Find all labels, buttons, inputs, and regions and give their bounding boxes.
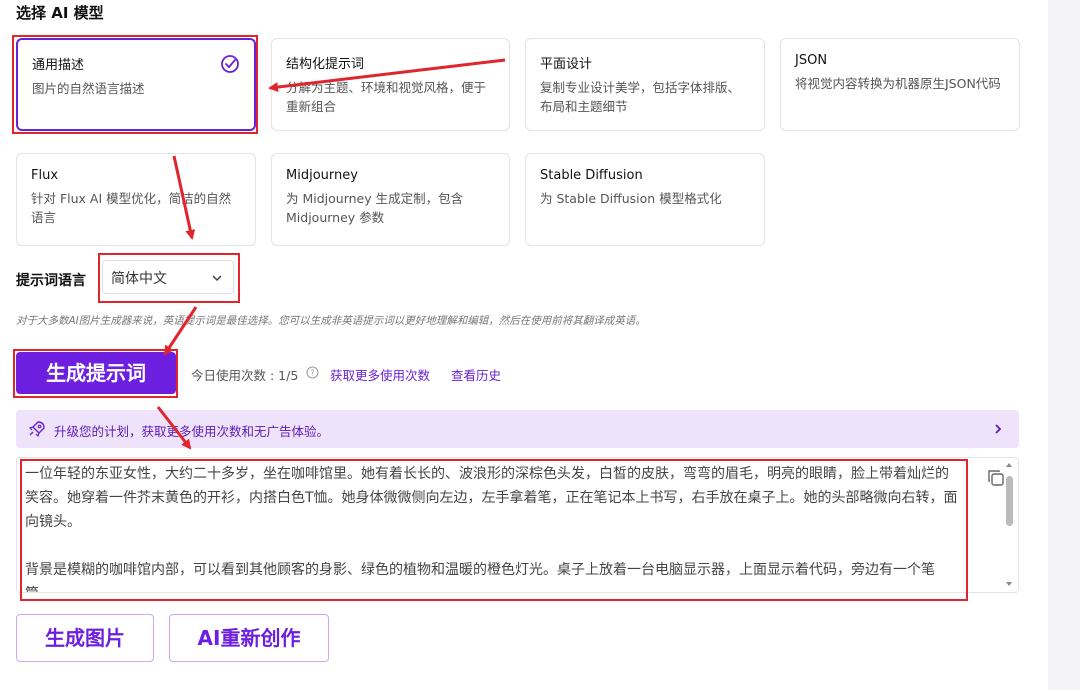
chevron-right-icon [995,424,1002,434]
language-label: 提示词语言 [16,273,86,289]
model-card-midjourney[interactable]: Midjourney 为 Midjourney 生成定制，包含 Midjourn… [271,153,510,246]
ai-recreate-button[interactable]: AI重新创作 [169,614,329,662]
scroll-down-icon[interactable] [1005,580,1013,588]
check-circle-icon [221,55,239,73]
svg-text:?: ? [310,369,314,378]
model-card-desc: 分解为主题、环境和视觉风格，便于重新组合 [286,80,487,114]
prompt-paragraph: 一位年轻的东亚女性，大约二十多岁，坐在咖啡馆里。她有着长长的、波浪形的深棕色头发… [25,466,958,530]
view-history-link[interactable]: 查看历史 [451,365,501,384]
scrollbar-thumb[interactable] [1006,476,1013,526]
get-more-usage-link[interactable]: 获取更多使用次数 [330,365,430,384]
prompt-paragraph: 背景是模糊的咖啡馆内部，可以看到其他顾客的身影、绿色的植物和温暖的橙色灯光。桌子… [25,562,935,592]
chevron-down-icon [212,275,222,282]
model-card-title: JSON [795,53,828,68]
language-selected-value: 简体中文 [111,271,167,287]
main-panel: 选择 AI 模型 通用描述 图片的自然语言描述 结构化提示词 分解为主题、环境和… [0,0,1048,690]
model-card-title: 通用描述 [32,58,85,73]
generate-image-button[interactable]: 生成图片 [16,614,154,662]
model-card-desc: 复制专业设计美学，包括字体排版、布局和主题细节 [540,80,741,114]
model-card-general[interactable]: 通用描述 图片的自然语言描述 [16,38,256,131]
model-card-graphic-design[interactable]: 平面设计 复制专业设计美学，包括字体排版、布局和主题细节 [525,38,765,131]
scroll-up-icon[interactable] [1005,461,1013,469]
model-card-stable-diffusion[interactable]: Stable Diffusion 为 Stable Diffusion 模型格式… [525,153,765,246]
model-card-desc: 针对 Flux AI 模型优化，简洁的自然语言 [31,191,232,225]
copy-icon[interactable] [986,468,1006,488]
model-card-title: Midjourney [286,168,358,183]
prompt-output-textarea[interactable]: 一位年轻的东亚女性，大约二十多岁，坐在咖啡馆里。她有着长长的、波浪形的深棕色头发… [16,457,1019,593]
model-card-desc: 将视觉内容转换为机器原生JSON代码 [795,76,1001,91]
help-icon[interactable]: ? [306,366,319,379]
model-card-desc: 为 Stable Diffusion 模型格式化 [540,191,722,206]
model-card-title: 结构化提示词 [286,57,365,72]
model-card-title: Flux [31,168,59,183]
model-card-title: Stable Diffusion [540,168,643,183]
section-title: 选择 AI 模型 [16,4,104,22]
model-card-flux[interactable]: Flux 针对 Flux AI 模型优化，简洁的自然语言 [16,153,256,246]
prompt-output-text: 一位年轻的东亚女性，大约二十多岁，坐在咖啡馆里。她有着长长的、波浪形的深棕色头发… [25,462,960,592]
model-card-desc: 图片的自然语言描述 [32,81,145,96]
generate-prompt-button[interactable]: 生成提示词 [16,352,176,394]
upgrade-banner[interactable]: 升级您的计划，获取更多使用次数和无广告体验。 [16,410,1019,448]
model-card-title: 平面设计 [540,57,593,72]
upgrade-text: 升级您的计划，获取更多使用次数和无广告体验。 [54,424,330,439]
model-card-json[interactable]: JSON 将视觉内容转换为机器原生JSON代码 [780,38,1020,131]
model-card-structured[interactable]: 结构化提示词 分解为主题、环境和视觉风格，便于重新组合 [271,38,510,131]
language-hint: 对于大多数AI图片生成器来说，英语提示词是最佳选择。您可以生成非英语提示词以更好… [16,315,646,327]
language-select[interactable]: 简体中文 [102,260,234,294]
usage-count: 今日使用次数 : 1/5 [191,368,299,383]
model-card-desc: 为 Midjourney 生成定制，包含 Midjourney 参数 [286,191,464,225]
rocket-icon [28,421,45,438]
